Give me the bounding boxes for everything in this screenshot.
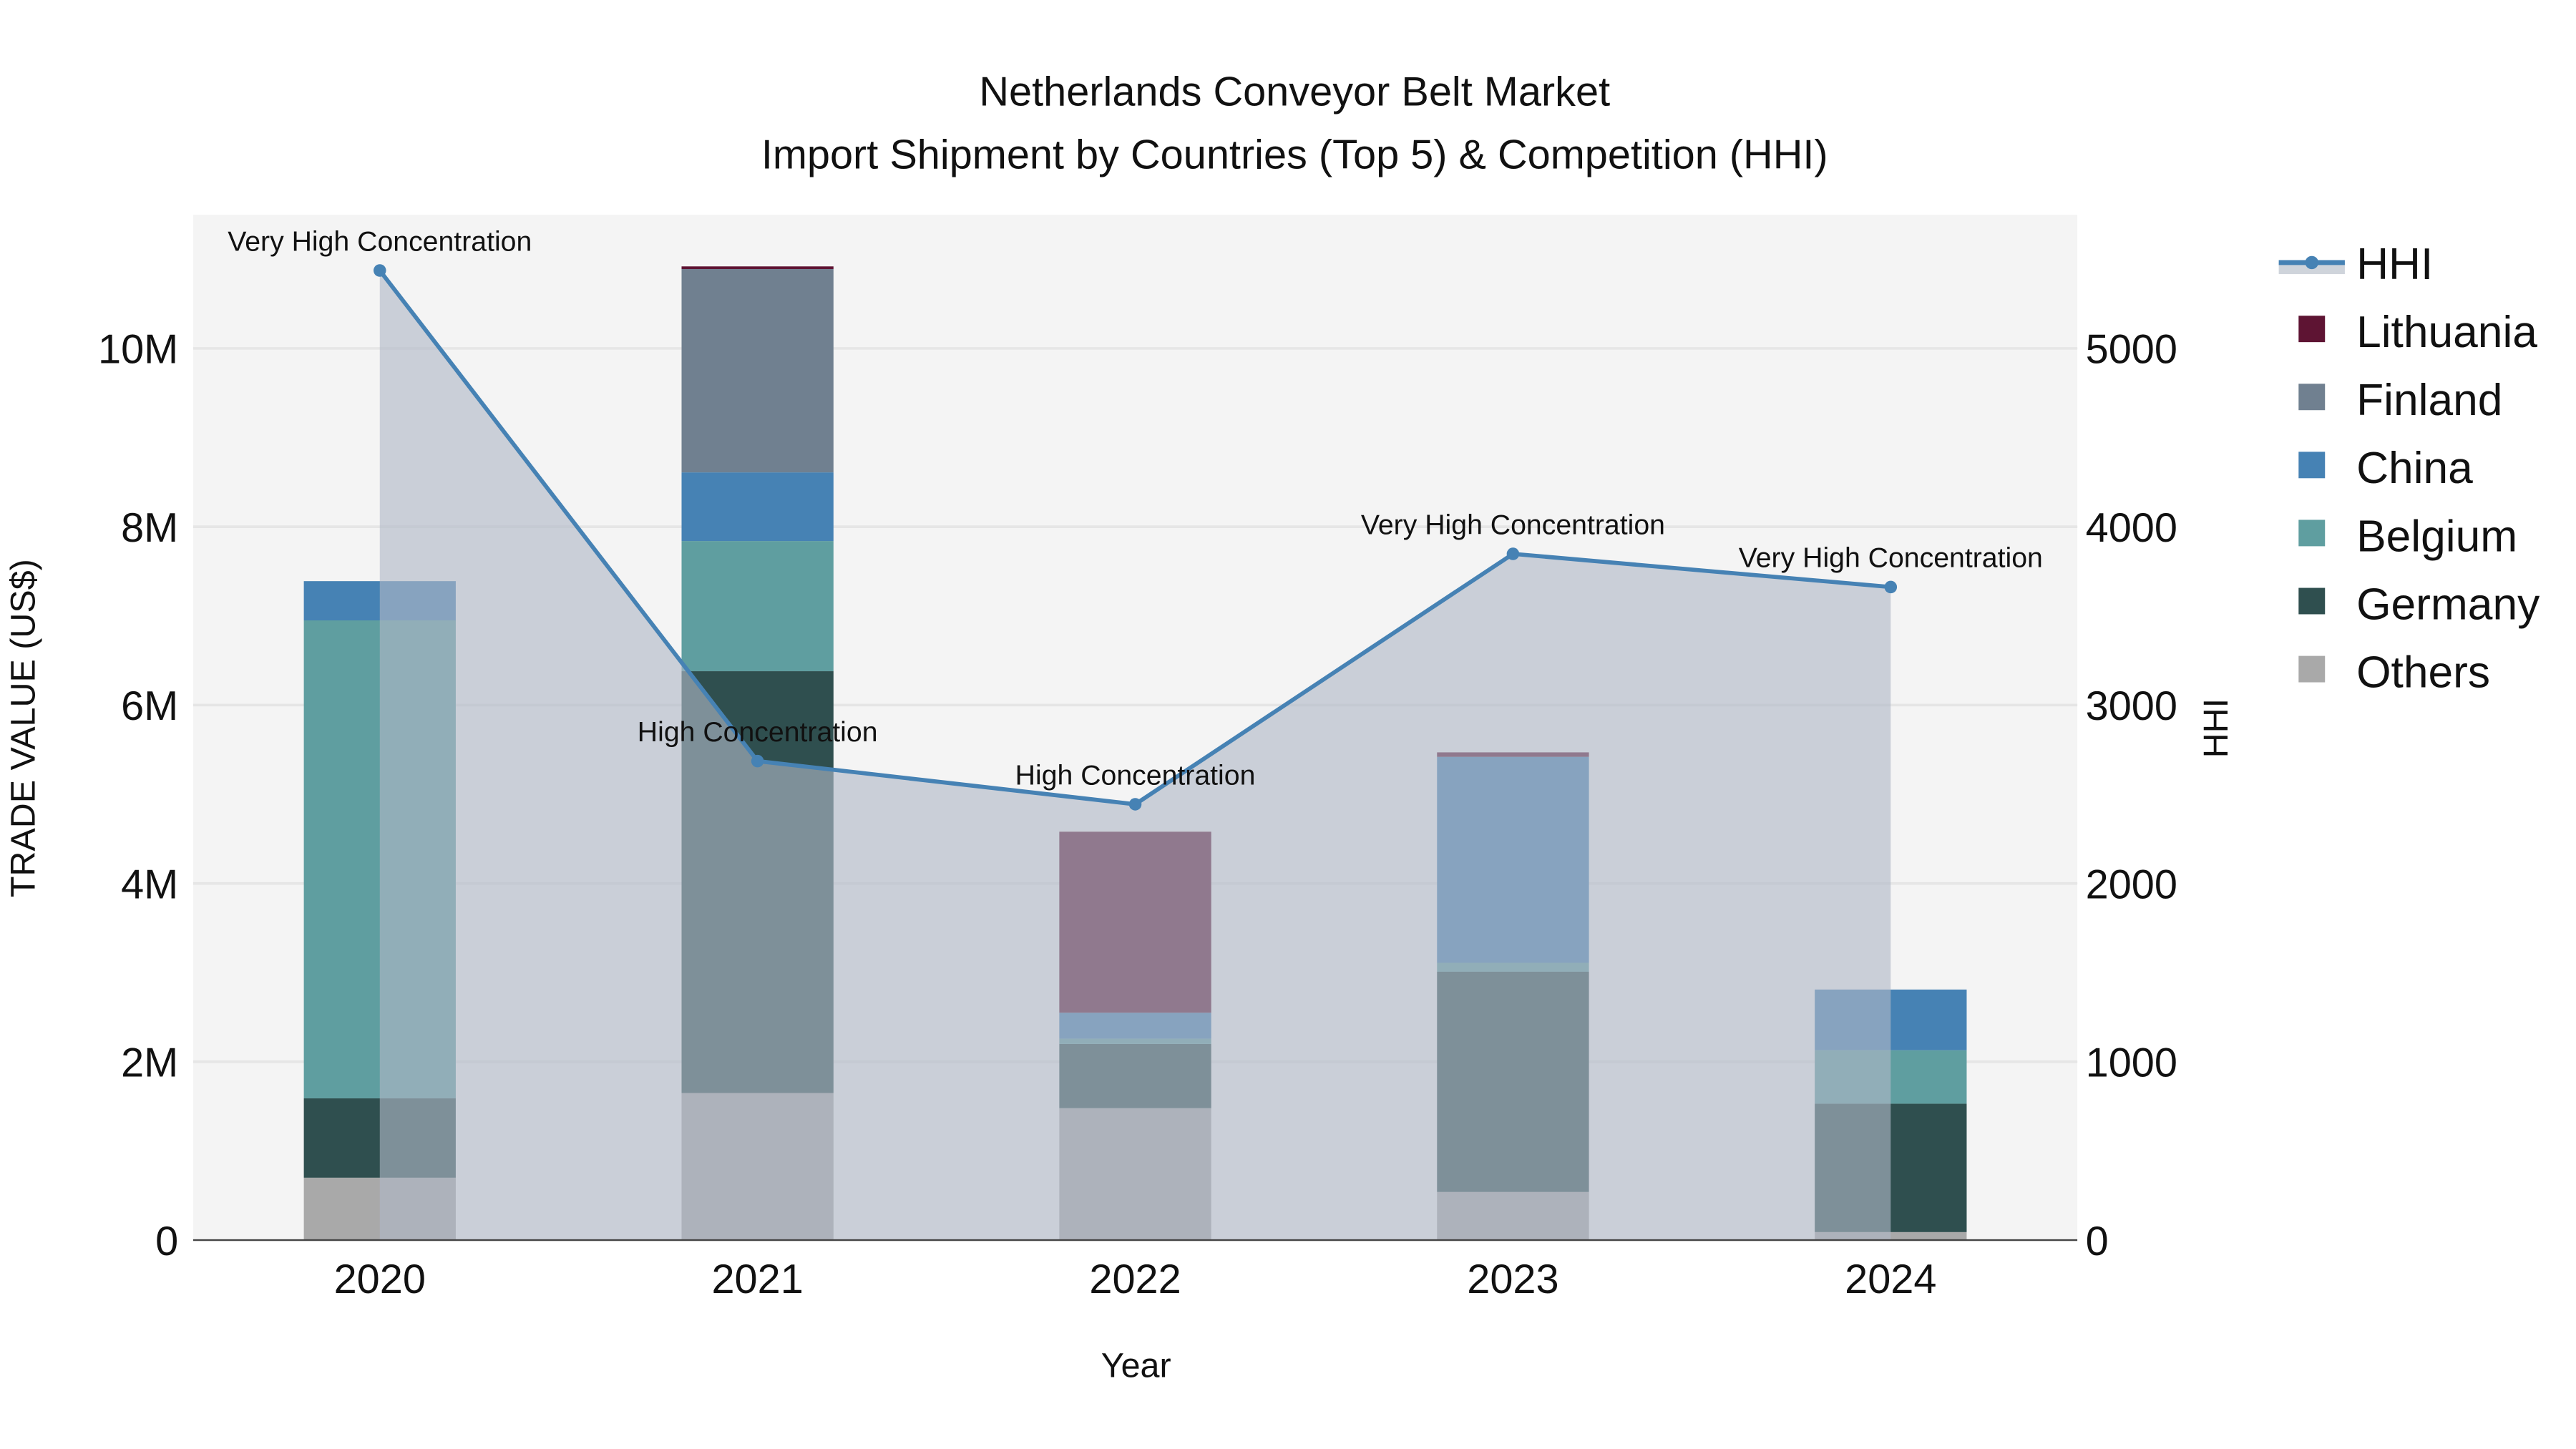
chart: Very High Concentration High Concentratio… bbox=[0, 0, 2576, 1449]
legend-label: HHI bbox=[2356, 240, 2433, 289]
hhi-annotation: High Concentration bbox=[638, 716, 878, 748]
hhi-annotation: Very High Concentration bbox=[1361, 509, 1665, 540]
chart-subtitle: Import Shipment by Countries (Top 5) & C… bbox=[761, 132, 1828, 177]
y2-tick-label: 1000 bbox=[2086, 1040, 2177, 1086]
hhi-annotation: Very High Concentration bbox=[228, 225, 532, 257]
legend-swatch-lithuania bbox=[2298, 316, 2326, 343]
bar-lithuania-2021 bbox=[681, 266, 834, 270]
y2-tick-label: 5000 bbox=[2086, 327, 2177, 373]
legend-label: China bbox=[2356, 444, 2473, 493]
y-tick-label: 2M bbox=[121, 1040, 178, 1086]
x-tick-label: 2021 bbox=[711, 1257, 803, 1302]
legend-label: Germany bbox=[2356, 580, 2540, 629]
bar-finland-2021 bbox=[681, 269, 834, 473]
legend-hhi-marker bbox=[2305, 255, 2318, 270]
legend-swatch-germany bbox=[2298, 587, 2326, 615]
x-tick-label: 2024 bbox=[1845, 1257, 1936, 1302]
y2-tick-label: 2000 bbox=[2086, 862, 2177, 907]
y2-tick-label: 4000 bbox=[2086, 505, 2177, 551]
legend-label: Others bbox=[2356, 648, 2490, 697]
hhi-point bbox=[1506, 547, 1520, 560]
legend-swatch-finland bbox=[2298, 384, 2326, 411]
legend-swatch-belgium bbox=[2298, 519, 2326, 547]
x-tick-label: 2020 bbox=[334, 1257, 426, 1302]
y2-tick-label: 0 bbox=[2086, 1219, 2109, 1264]
legend-swatch-others bbox=[2298, 655, 2326, 683]
y-tick-label: 8M bbox=[121, 505, 178, 551]
y-axis-label: TRADE VALUE (US$) bbox=[4, 559, 42, 897]
y2-axis-label: HHI bbox=[2197, 698, 2235, 758]
legend-label: Lithuania bbox=[2356, 308, 2537, 357]
hhi-point bbox=[1128, 798, 1142, 811]
hhi-annotation: High Concentration bbox=[1015, 759, 1256, 791]
y-tick-label: 10M bbox=[98, 327, 178, 373]
hhi-point bbox=[374, 264, 386, 277]
x-axis-label: Year bbox=[1101, 1347, 1171, 1385]
hhi-annotation: Very High Concentration bbox=[1739, 542, 2043, 574]
bar-belgium-2021 bbox=[681, 541, 834, 672]
x-tick-label: 2022 bbox=[1089, 1257, 1181, 1302]
legend-swatch-china bbox=[2298, 452, 2326, 479]
hhi-point bbox=[1884, 580, 1898, 594]
legend-label: Belgium bbox=[2356, 512, 2517, 561]
y-tick-label: 4M bbox=[121, 862, 178, 907]
chart-title: Netherlands Conveyor Belt Market bbox=[979, 69, 1610, 115]
y2-tick-label: 3000 bbox=[2086, 683, 2177, 729]
hhi-point bbox=[751, 754, 764, 768]
y-tick-label: 0 bbox=[155, 1219, 178, 1264]
x-tick-label: 2023 bbox=[1467, 1257, 1558, 1302]
y-tick-label: 6M bbox=[121, 683, 178, 729]
legend-label: Finland bbox=[2356, 376, 2502, 425]
bar-china-2021 bbox=[681, 472, 834, 542]
